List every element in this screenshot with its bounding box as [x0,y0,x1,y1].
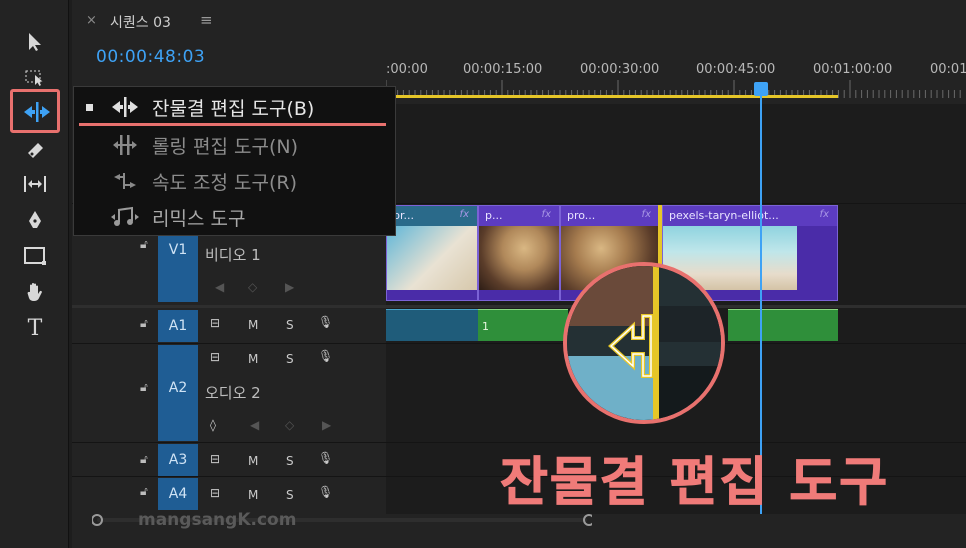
menu-item-label: 속도 조정 도구(R) [152,171,297,194]
track-label-a3[interactable]: A3 [158,444,198,476]
sync-lock-icon[interactable]: ⊟ [210,486,220,500]
track-label-a1[interactable]: A1 [158,310,198,342]
fx-badge: fx [819,209,829,220]
caption-text: 잔물결 편집 도구 [499,453,890,514]
solo-button[interactable]: S [286,318,294,332]
lock-icon[interactable]: 🔓︎ [140,484,148,499]
volume-keyframe-icon[interactable]: ◊ [210,418,216,432]
sync-lock-icon[interactable]: ⊟ [210,452,220,466]
close-tab-icon[interactable]: × [86,13,97,28]
clip-name: pexels-taryn-elliot... [663,206,837,226]
mute-button[interactable]: M [248,352,258,366]
track-select-tool-icon[interactable] [20,63,50,91]
rectangle-tool-icon[interactable] [20,242,50,270]
sequence-tab-title[interactable]: 시퀀스 03 [110,12,171,32]
mute-button[interactable]: M [248,454,258,468]
audio-clip[interactable] [386,309,478,341]
video-audio-divider [72,305,966,308]
prev-keyframe-icon[interactable]: ◀ [215,280,224,294]
menu-item-ripple-edit[interactable]: 잔물결 편집 도구(B) [74,89,397,125]
playhead-handle[interactable] [754,82,768,96]
mic-icon[interactable]: 🎙︎ [318,451,333,465]
mute-button[interactable]: M [248,318,258,332]
lock-icon[interactable]: 🔓︎ [140,316,148,331]
track-label-a2[interactable]: A2 [158,345,198,441]
add-keyframe-icon[interactable]: ◇ [248,280,257,294]
track-label-a4[interactable]: A4 [158,478,198,510]
zoom-magnifier [563,262,725,424]
menu-item-rolling-edit[interactable]: 롤링 편집 도구(N) [74,127,397,163]
ruler-label: 00:00:45:00 [696,62,776,77]
sync-lock-icon[interactable]: ⊟ [210,350,220,364]
ruler-label: :00:00 [386,62,428,77]
menu-item-label: 잔물결 편집 도구(B) [152,97,315,120]
ruler-label: 00:00:30:00 [580,62,660,77]
track-divider [72,343,966,344]
remix-icon [108,205,142,229]
panel-menu-icon[interactable]: ≡ [200,11,213,29]
track-label-v1[interactable]: V1 [158,236,198,302]
video-clip[interactable]: pr... fx [386,205,478,301]
add-keyframe-icon[interactable]: ◇ [285,418,294,432]
mic-icon[interactable]: 🎙︎ [318,315,333,329]
ripple-edit-tool-icon[interactable] [22,98,52,126]
selected-bullet-icon [86,104,93,111]
solo-button[interactable]: S [286,352,294,366]
sync-lock-icon[interactable]: ⊟ [210,316,220,330]
rate-stretch-icon [108,169,142,193]
ruler-label: 00:00:15:00 [463,62,543,77]
track-name-a2: 오디오 2 [205,384,261,402]
fx-badge: fx [459,209,469,220]
clip-thumbnail [387,226,477,290]
audio-clip[interactable] [728,309,838,341]
solo-button[interactable]: S [286,454,294,468]
menu-highlight-underline [79,123,386,126]
menu-item-label: 리믹스 도구 [152,207,246,230]
hand-tool-icon[interactable] [20,278,50,306]
menu-item-rate-stretch[interactable]: 속도 조정 도구(R) [74,163,397,199]
playhead-timecode[interactable]: 00:00:48:03 [96,47,205,67]
lock-icon[interactable]: 🔓︎ [140,237,148,252]
ripple-tool-group-menu: 잔물결 편집 도구(B) 롤링 편집 도구(N) 속도 조정 도구(R) 리믹스… [73,86,396,236]
menu-item-remix[interactable]: 리믹스 도구 [74,199,397,235]
slip-tool-icon[interactable] [20,170,50,198]
ripple-edit-icon [108,95,142,119]
next-keyframe-icon[interactable]: ▶ [322,418,331,432]
mute-button[interactable]: M [248,488,258,502]
ruler-label: 00:01:00:00 [813,62,893,77]
mic-icon[interactable]: 🎙︎ [318,485,333,499]
audio-clip[interactable]: 1 [478,309,568,341]
razor-tool-icon[interactable] [20,136,50,164]
track-name-v1: 비디오 1 [205,246,261,264]
solo-button[interactable]: S [286,488,294,502]
fx-badge: fx [641,209,651,220]
audio-clip-marker: 1 [482,320,489,333]
fx-badge: fx [541,209,551,220]
ruler-label: 00:01 [930,62,966,77]
menu-item-label: 롤링 편집 도구(N) [152,135,298,158]
clip-thumbnail [479,226,559,290]
watermark: mangsangK.com [138,510,297,530]
lock-icon[interactable]: 🔓︎ [140,380,148,395]
pen-tool-icon[interactable] [20,206,50,234]
type-tool-icon[interactable]: T [20,314,50,342]
selection-tool-icon[interactable] [20,28,50,56]
lock-icon[interactable]: 🔓︎ [140,452,148,467]
video-clip[interactable]: p... fx [478,205,560,301]
rolling-edit-icon [108,133,142,157]
prev-keyframe-icon[interactable]: ◀ [250,418,259,432]
mic-icon[interactable]: 🎙︎ [318,349,333,363]
work-area-bar[interactable] [390,95,838,98]
next-keyframe-icon[interactable]: ▶ [285,280,294,294]
